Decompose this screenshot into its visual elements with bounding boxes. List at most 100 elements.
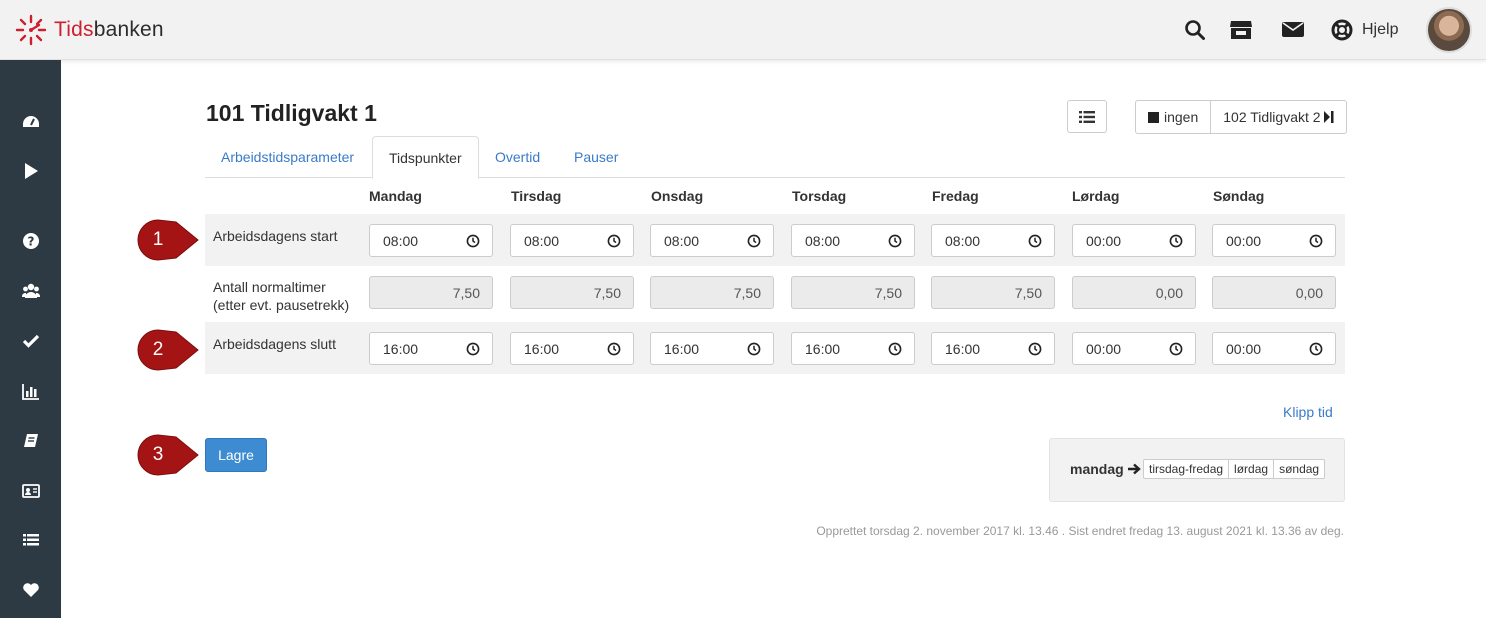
- list-icon: [1079, 110, 1095, 123]
- end-time-input-tirsdag[interactable]: 16:00: [510, 332, 634, 365]
- prev-shift-button[interactable]: ingen: [1136, 101, 1210, 133]
- clock-icon: [1028, 234, 1042, 248]
- end-time-value: 16:00: [383, 340, 419, 357]
- list-view-button[interactable]: [1067, 100, 1107, 133]
- end-time-value: 16:00: [524, 340, 560, 357]
- page-title: 101 Tidligvakt 1: [206, 100, 377, 126]
- row-label-normal-hours: Antall normaltimer (etter evt. pausetrek…: [213, 278, 349, 314]
- clock-icon: [888, 342, 902, 356]
- question-icon[interactable]: ?: [22, 232, 40, 250]
- end-time-input-onsdag[interactable]: 16:00: [650, 332, 774, 365]
- start-time-value: 08:00: [805, 232, 841, 249]
- end-time-input-fredag[interactable]: 16:00: [931, 332, 1055, 365]
- lifebuoy-icon: [1331, 19, 1353, 41]
- normal-hours-field-lordag: 0,00: [1072, 276, 1196, 309]
- end-time-value: 16:00: [805, 340, 841, 357]
- next-shift-label: 102 Tidligvakt 2: [1223, 109, 1321, 125]
- logo[interactable]: Tidsbanken: [14, 13, 164, 47]
- copy-source-label: mandag: [1070, 461, 1124, 477]
- start-time-value: 00:00: [1086, 232, 1122, 249]
- sidebar: ?: [0, 60, 61, 618]
- heart-icon[interactable]: [22, 581, 40, 599]
- start-time-value: 08:00: [664, 232, 700, 249]
- row-label-start: Arbeidsdagens start: [213, 228, 338, 244]
- end-time-value: 16:00: [945, 340, 981, 357]
- clock-icon: [1028, 342, 1042, 356]
- start-time-input-tirsdag[interactable]: 08:00: [510, 224, 634, 257]
- list-icon[interactable]: [22, 531, 40, 549]
- svg-text:?: ?: [28, 235, 35, 249]
- step-marker-number: 2: [152, 339, 164, 360]
- day-header-sondag: Søndag: [1213, 188, 1265, 204]
- normal-hours-field-onsdag: 7,50: [650, 276, 774, 309]
- normal-hours-field-torsdag: 7,50: [791, 276, 915, 309]
- prev-shift-label: ingen: [1164, 109, 1199, 125]
- step-marker-number: 1: [152, 229, 164, 250]
- end-time-input-lordag[interactable]: 00:00: [1072, 332, 1196, 365]
- tab-pauser[interactable]: Pauser: [558, 136, 634, 178]
- row-label-normal-hours-line2: (etter evt. pausetrekk): [213, 297, 350, 313]
- store-icon[interactable]: [1229, 19, 1253, 41]
- clock-icon: [1169, 234, 1183, 248]
- search-icon[interactable]: [1184, 19, 1208, 41]
- audit-note: Opprettet torsdag 2. november 2017 kl. 1…: [816, 524, 1344, 538]
- clock-icon: [1309, 342, 1323, 356]
- book-icon[interactable]: [22, 432, 40, 450]
- start-time-input-fredag[interactable]: 08:00: [931, 224, 1055, 257]
- tab-tidspunkter[interactable]: Tidspunkter: [372, 136, 479, 179]
- stop-icon: [1148, 111, 1159, 123]
- clock-icon: [1169, 342, 1183, 356]
- start-time-input-onsdag[interactable]: 08:00: [650, 224, 774, 257]
- start-time-value: 08:00: [524, 232, 560, 249]
- clock-icon: [607, 342, 621, 356]
- start-time-input-torsdag[interactable]: 08:00: [791, 224, 915, 257]
- end-time-input-sondag[interactable]: 00:00: [1212, 332, 1336, 365]
- copy-to-lordag-button[interactable]: lørdag: [1228, 460, 1273, 478]
- clock-icon: [1309, 234, 1323, 248]
- end-time-value: 00:00: [1226, 340, 1262, 357]
- arrow-right-icon: [1127, 463, 1141, 475]
- normal-hours-field-sondag: 0,00: [1212, 276, 1336, 309]
- klipp-tid-link[interactable]: Klipp tid: [1283, 404, 1333, 420]
- help-link[interactable]: Hjelp: [1331, 19, 1398, 41]
- step-marker-2: 2: [136, 328, 200, 372]
- tab-bar: Arbeidstidsparameter Tidspunkter Overtid…: [205, 136, 1345, 179]
- day-header-onsdag: Onsdag: [651, 188, 704, 204]
- logo-text-accent: Tids: [54, 18, 94, 41]
- clock-icon: [747, 342, 761, 356]
- day-header-mandag: Mandag: [369, 188, 422, 204]
- play-icon[interactable]: [22, 162, 40, 180]
- mail-icon[interactable]: [1282, 19, 1306, 41]
- normal-hours-field-tirsdag: 7,50: [510, 276, 634, 309]
- step-marker-number: 3: [152, 444, 164, 465]
- copy-to-tirsdag-fredag-button[interactable]: tirsdag-fredag: [1144, 460, 1228, 478]
- copy-source-day: mandag: [1070, 461, 1142, 477]
- copy-to-sondag-button[interactable]: søndag: [1273, 460, 1324, 478]
- clock-icon: [466, 234, 480, 248]
- normal-hours-field-fredag: 7,50: [931, 276, 1055, 309]
- avatar[interactable]: [1426, 7, 1472, 53]
- next-shift-button[interactable]: 102 Tidligvakt 2: [1210, 101, 1345, 133]
- check-icon[interactable]: [22, 332, 40, 350]
- tidsbanken-logo-icon: [15, 14, 47, 46]
- row-label-normal-hours-line1: Antall normaltimer: [213, 279, 326, 295]
- bar-chart-icon[interactable]: [22, 382, 40, 400]
- logo-text-rest: banken: [93, 18, 164, 41]
- start-time-input-lordag[interactable]: 00:00: [1072, 224, 1196, 257]
- save-button[interactable]: Lagre: [205, 438, 267, 472]
- start-time-input-mandag[interactable]: 08:00: [369, 224, 493, 257]
- tab-arbeidstidsparameter[interactable]: Arbeidstidsparameter: [205, 136, 370, 178]
- id-card-icon[interactable]: [22, 482, 40, 500]
- end-time-input-torsdag[interactable]: 16:00: [791, 332, 915, 365]
- tab-overtid[interactable]: Overtid: [479, 136, 556, 178]
- start-time-input-sondag[interactable]: 00:00: [1212, 224, 1336, 257]
- end-time-input-mandag[interactable]: 16:00: [369, 332, 493, 365]
- day-header-tirsdag: Tirsdag: [511, 188, 562, 204]
- dashboard-icon[interactable]: [22, 113, 40, 131]
- start-time-value: 00:00: [1226, 232, 1262, 249]
- day-header-fredag: Fredag: [932, 188, 979, 204]
- top-bar: Tidsbanken Hjelp: [0, 0, 1486, 60]
- help-label: Hjelp: [1362, 21, 1399, 38]
- step-marker-3: 3: [136, 433, 200, 477]
- users-icon[interactable]: [22, 282, 40, 300]
